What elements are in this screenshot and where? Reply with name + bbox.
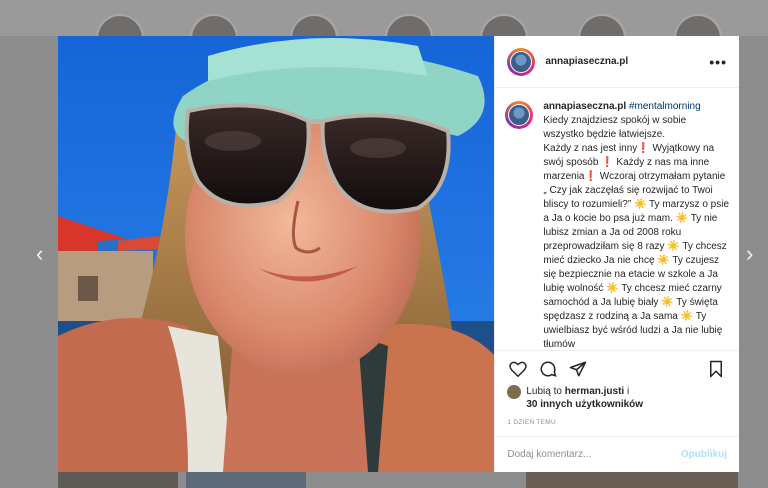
author-avatar[interactable] bbox=[507, 47, 536, 76]
other-likers-link[interactable]: 30 innych użytkowników bbox=[526, 399, 643, 410]
comment-input[interactable] bbox=[507, 449, 681, 460]
feed-thumbnail bbox=[58, 472, 178, 488]
likes-prefix: Lubią to bbox=[526, 386, 562, 397]
caption-area: annapiaseczna.pl #mentalmorning Kiedy zn… bbox=[495, 88, 739, 350]
add-comment-bar: Opublikuj bbox=[495, 436, 739, 472]
previous-post-arrow[interactable]: ‹ bbox=[36, 243, 50, 265]
post-header: annapiaseczna.pl ••• bbox=[495, 36, 739, 88]
post-modal: annapiaseczna.pl ••• annapiaseczna.pl #m… bbox=[58, 36, 739, 472]
author-username[interactable]: annapiaseczna.pl bbox=[545, 56, 709, 67]
likes-summary: Lubią to herman.justi i 30 innych użytko… bbox=[507, 385, 727, 411]
post-timestamp[interactable]: 1 DZIEŃ TEMU bbox=[507, 419, 727, 426]
share-icon[interactable] bbox=[567, 358, 589, 380]
post-caption: annapiaseczna.pl #mentalmorning Kiedy zn… bbox=[543, 100, 729, 350]
caption-author-avatar[interactable] bbox=[505, 101, 534, 129]
post-side-panel: annapiaseczna.pl ••• annapiaseczna.pl #m… bbox=[494, 36, 739, 472]
liker-username[interactable]: herman.justi bbox=[565, 386, 624, 397]
bookmark-icon[interactable] bbox=[705, 358, 727, 380]
post-photo bbox=[58, 36, 495, 472]
publish-button[interactable]: Opublikuj bbox=[681, 449, 727, 460]
feed-thumbnail bbox=[186, 472, 306, 488]
post-actions-section: Lubią to herman.justi i 30 innych użytko… bbox=[495, 350, 739, 426]
liker-avatar[interactable] bbox=[507, 385, 522, 399]
selfie-image bbox=[58, 36, 495, 472]
caption-hashtag[interactable]: #mentalmorning bbox=[629, 101, 701, 112]
likes-conjunction: i bbox=[626, 386, 630, 397]
caption-username[interactable]: annapiaseczna.pl bbox=[543, 101, 626, 112]
next-post-arrow[interactable]: › bbox=[746, 243, 760, 265]
caption-text: Kiedy znajdziesz spokój w sobie wszystko… bbox=[543, 115, 730, 350]
action-bar bbox=[507, 351, 727, 387]
comment-icon[interactable] bbox=[537, 358, 559, 380]
likes-text: Lubią to herman.justi i 30 innych użytko… bbox=[526, 385, 643, 411]
feed-thumbnail bbox=[526, 472, 738, 488]
heart-icon[interactable] bbox=[507, 358, 529, 380]
more-options-icon[interactable]: ••• bbox=[709, 54, 727, 70]
